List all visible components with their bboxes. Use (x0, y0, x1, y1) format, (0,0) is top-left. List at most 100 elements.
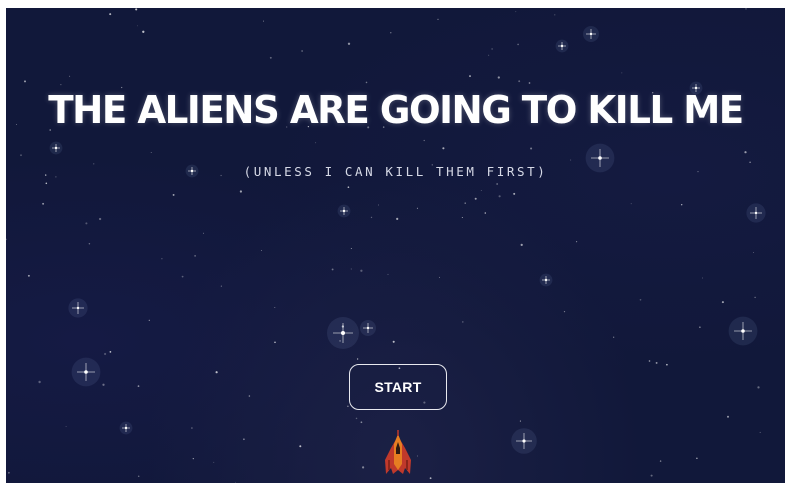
star (563, 310, 566, 313)
star (172, 193, 175, 196)
star (269, 56, 272, 59)
bright-star (583, 26, 599, 42)
star (27, 274, 30, 277)
star (498, 195, 501, 198)
star (98, 217, 102, 221)
star (102, 383, 105, 386)
game-screen: THE ALIENS ARE GOING TO KILL ME (UNLESS … (6, 8, 785, 483)
star (377, 204, 379, 206)
star (484, 212, 487, 214)
star (469, 75, 471, 78)
game-title: THE ALIENS ARE GOING TO KILL ME (48, 88, 744, 132)
star (150, 151, 152, 153)
star (474, 197, 477, 200)
bright-star (555, 39, 569, 53)
player-spaceship-icon (385, 430, 411, 474)
star (104, 352, 107, 356)
star (462, 321, 464, 323)
star (263, 20, 264, 22)
star (135, 8, 138, 11)
bright-star (728, 316, 758, 346)
starfield-background (6, 8, 766, 483)
star (65, 426, 67, 427)
star (745, 8, 747, 10)
star (88, 243, 91, 245)
star (136, 25, 138, 27)
star (480, 190, 482, 191)
star (488, 54, 490, 56)
star (621, 72, 623, 74)
star (423, 139, 425, 142)
star (754, 296, 756, 299)
star (416, 455, 418, 457)
star (517, 43, 519, 46)
star (659, 460, 662, 462)
star (350, 248, 352, 249)
star (360, 421, 363, 424)
star (464, 202, 466, 204)
star (356, 358, 359, 360)
star (650, 474, 653, 477)
star (161, 258, 163, 260)
star (442, 147, 445, 150)
star (8, 471, 10, 474)
star (301, 50, 303, 52)
star (350, 268, 352, 270)
star (45, 182, 48, 185)
star (260, 249, 262, 251)
star (437, 18, 439, 21)
star (396, 217, 399, 221)
star (347, 42, 351, 45)
star (648, 360, 651, 362)
star (315, 142, 317, 144)
star (148, 319, 150, 321)
star (137, 475, 140, 477)
star (528, 82, 531, 84)
star (416, 207, 418, 209)
star (554, 14, 556, 16)
star (721, 301, 724, 304)
star (109, 351, 112, 353)
star (496, 183, 498, 185)
star (491, 48, 493, 50)
star (42, 202, 45, 205)
bright-star (49, 141, 63, 155)
star (390, 32, 392, 34)
star (520, 243, 523, 247)
star (365, 81, 368, 84)
star (497, 76, 500, 79)
bright-star (119, 421, 133, 435)
star (696, 457, 698, 460)
bright-star (360, 320, 376, 336)
star (699, 326, 701, 328)
star (519, 420, 521, 422)
star (60, 84, 62, 86)
star (666, 363, 668, 366)
star (680, 203, 683, 206)
star (38, 380, 41, 384)
star (613, 336, 615, 338)
star (749, 161, 751, 164)
star (576, 241, 578, 243)
star (142, 30, 145, 33)
star (248, 395, 251, 397)
star (387, 273, 389, 275)
star (213, 461, 215, 463)
bright-star (511, 428, 537, 454)
star (239, 190, 243, 193)
star (744, 151, 747, 154)
star (181, 275, 184, 278)
bright-star (539, 273, 553, 287)
star (515, 11, 517, 13)
star (191, 427, 193, 429)
star (274, 341, 276, 344)
start-button[interactable]: START (349, 364, 447, 410)
bright-star (327, 317, 359, 349)
star (370, 216, 373, 219)
star (461, 217, 463, 218)
star (220, 285, 222, 287)
star (655, 361, 658, 364)
star (203, 232, 204, 234)
star (331, 268, 334, 271)
star (702, 277, 703, 279)
